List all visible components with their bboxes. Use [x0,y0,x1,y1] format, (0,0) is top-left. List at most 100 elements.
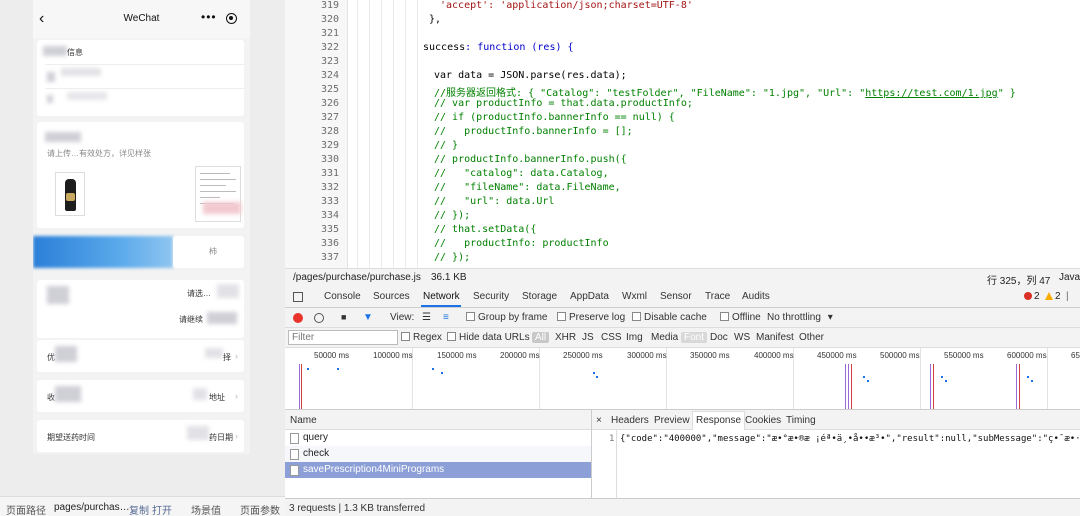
close-icon[interactable]: × [596,415,602,426]
code-line: // }); [434,210,471,221]
tab-response[interactable]: Response [692,411,746,430]
inspect-element-icon[interactable] [293,292,303,302]
redacted-banner [33,236,173,268]
line-number: 319 [320,0,339,11]
network-timeline-overview[interactable]: 50000 ms 100000 ms 150000 ms 200000 ms 2… [285,348,1080,410]
response-body[interactable]: 1 {"code":"400000","message":"æ•°æ•®æ ¡é… [592,430,1080,498]
code-editor[interactable]: 319 320 321 322 323 324 325 326 327 328 … [285,0,1080,268]
continue-option[interactable]: 请继续 [179,314,203,325]
filter-input[interactable]: Filter [288,330,398,345]
type-filter-doc[interactable]: Doc [710,332,728,343]
regex-checkbox[interactable]: Regex [401,332,442,343]
line-number: 337 [320,252,339,263]
tab-appdata[interactable]: AppData [570,291,609,302]
waterfall-icon[interactable]: ≡ [443,312,449,323]
request-row-check[interactable]: check [285,446,591,462]
tab-storage[interactable]: Storage [522,291,557,302]
delivery-time-row[interactable]: 期望送药时间 药日期 › [37,420,244,452]
chevron-right-icon: › [235,351,238,361]
filter-icon[interactable]: ▼ [363,312,373,323]
tab-audits[interactable]: Audits [742,291,770,302]
timeline-tick: 450000 ms [817,351,857,360]
warning-count[interactable]: 2 [1045,291,1061,302]
timeline-tick: 100000 ms [373,351,413,360]
large-rows-icon[interactable]: ☰ [422,312,431,323]
tab-preview[interactable]: Preview [654,415,690,426]
line-number: 321 [320,28,339,39]
devtools-menu-icon[interactable]: | [1066,291,1069,302]
line-number: 328 [320,126,339,137]
address-row[interactable]: 收 地址 › [37,380,244,412]
request-row-query[interactable]: query [285,430,591,446]
code-line: // var productInfo = that.data.productIn… [434,98,693,109]
file-icon [290,433,299,444]
clear-icon[interactable] [314,313,324,323]
offline-checkbox[interactable]: Offline [720,312,761,323]
tab-network[interactable]: Network [423,291,460,302]
request-detail-pane: × Headers Preview Response Cookies Timin… [592,410,1080,498]
request-row-save-prescription[interactable]: savePrescription4MiniPrograms [285,462,591,478]
disable-cache-checkbox[interactable]: Disable cache [632,312,707,323]
group-by-frame-checkbox[interactable]: Group by frame [466,312,547,323]
detail-tab-bar: × Headers Preview Response Cookies Timin… [592,410,1080,430]
type-filter-all[interactable]: All [532,332,550,343]
timeline-tick: 50000 ms [314,351,350,360]
type-filter-manifest[interactable]: Manifest [756,332,794,343]
select-option[interactable]: 请选… [187,288,211,299]
coupon-row[interactable]: 优 择 › [37,340,244,372]
tab-headers[interactable]: Headers [611,415,649,426]
network-toolbar: ■ ▼ View: ☰ ≡ Group by frame Preserve lo… [285,308,1080,328]
screenshot-icon[interactable]: ■ [341,312,346,322]
file-icon [290,465,299,476]
file-path: /pages/purchase/purchase.js [293,272,421,283]
code-url-link[interactable]: https://test.com/1.jpg [865,88,997,99]
line-number: 330 [320,154,339,165]
line-number: 336 [320,238,339,249]
simulator-footer: 页面路径 pages/purchas… 复制 打开 场景值 页面参数 [0,496,285,516]
prescription-card: 请上传…有效处方，详见样张 [37,122,244,228]
tab-wxml[interactable]: Wxml [622,291,647,302]
error-count[interactable]: 2 [1024,291,1040,302]
copy-link[interactable]: 复制 [129,502,149,516]
more-icon[interactable]: ••• [201,10,217,24]
type-filter-ws[interactable]: WS [734,332,750,343]
devtools-window: ‹ WeChat ••• 信息 请上传…有效处方，详见样张 柿 请选… 请继续 … [0,0,1080,516]
tab-sources[interactable]: Sources [373,291,410,302]
tab-security[interactable]: Security [473,291,509,302]
response-text[interactable]: {"code":"400000","message":"æ•°æ•®æ ¡éª•… [620,434,1080,444]
delivery-time-label: 期望送药时间 [47,433,95,442]
type-filter-font[interactable]: Font [681,332,708,343]
tab-sensor[interactable]: Sensor [660,291,692,302]
info-card: 信息 [37,40,244,116]
request-list: Name query check savePrescription4MiniPr… [285,410,592,498]
throttling-select[interactable]: No throttling ▾ [767,312,833,323]
line-number: 335 [320,224,339,235]
code-line: // "fileName": data.FileName, [434,182,621,193]
coupon-label: 优 [47,353,55,362]
tab-cookies[interactable]: Cookies [745,415,781,426]
type-filter-other[interactable]: Other [799,332,824,343]
timeline-tick: 400000 ms [754,351,794,360]
language-mode[interactable]: Java [1059,272,1080,283]
hide-data-urls-checkbox[interactable]: Hide data URLs [447,332,530,343]
name-column-header[interactable]: Name [285,410,591,430]
address-value: 地址 [209,393,225,402]
type-filter-xhr[interactable]: XHR [555,332,576,343]
store-hint: 柿 [209,247,217,256]
timeline-tick: 550000 ms [944,351,984,360]
type-filter-img[interactable]: Img [626,332,643,343]
type-filter-css[interactable]: CSS [601,332,622,343]
open-link[interactable]: 打开 [152,502,172,516]
type-filter-js[interactable]: JS [582,332,594,343]
devtools-tab-bar: Console Sources Network Security Storage… [285,286,1080,308]
simulator-panel: ‹ WeChat ••• 信息 请上传…有效处方，详见样张 柿 请选… 请继续 … [0,0,285,496]
preserve-log-checkbox[interactable]: Preserve log [557,312,625,323]
tab-trace[interactable]: Trace [705,291,730,302]
record-icon[interactable] [293,313,303,323]
close-target-icon[interactable] [226,13,237,24]
network-summary: 3 requests | 1.3 KB transferred [285,498,1080,516]
tab-timing[interactable]: Timing [786,415,816,426]
tab-console[interactable]: Console [324,291,361,302]
type-filter-media[interactable]: Media [651,332,678,343]
line-number: 332 [320,182,339,193]
